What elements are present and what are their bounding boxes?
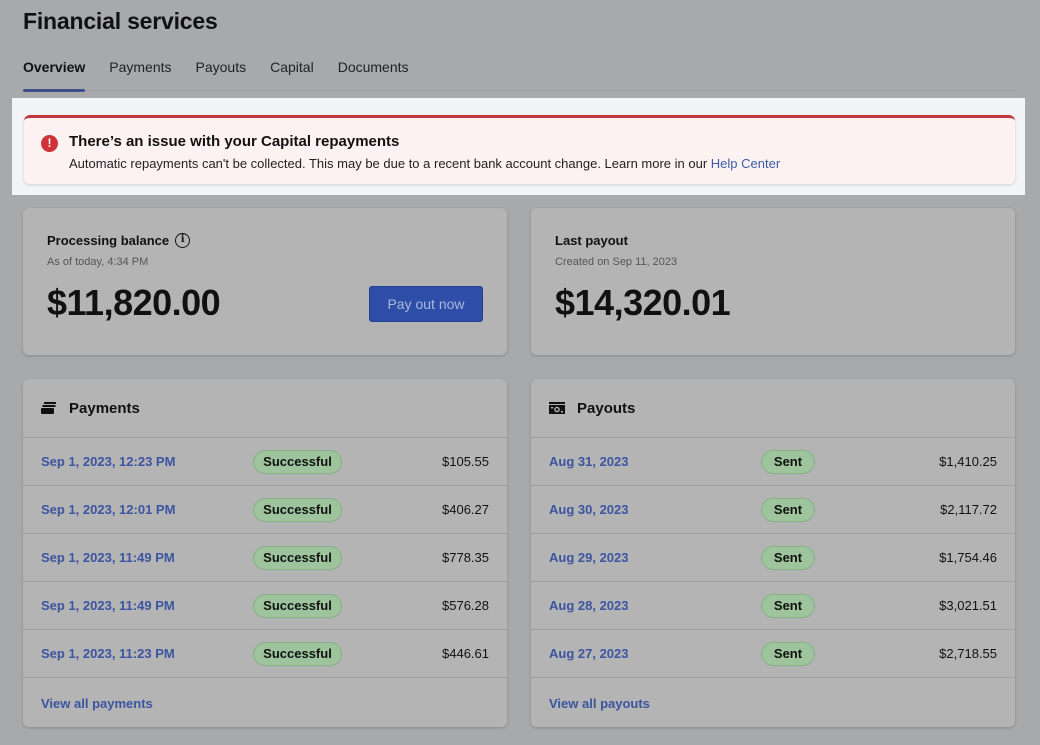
last-payout-label: Last payout bbox=[555, 233, 628, 248]
payment-date-link[interactable]: Sep 1, 2023, 11:49 PM bbox=[41, 550, 175, 565]
payout-date-link[interactable]: Aug 30, 2023 bbox=[549, 502, 629, 517]
payment-row: Sep 1, 2023, 11:23 PM Successful $446.61 bbox=[23, 630, 507, 678]
status-badge: Successful bbox=[253, 498, 342, 522]
payout-amount: $2,117.72 bbox=[940, 502, 997, 517]
balance-amount: $11,820.00 bbox=[47, 282, 221, 323]
page-title: Financial services bbox=[23, 8, 218, 34]
payouts-card: Payouts Aug 31, 2023 Sent $1,410.25 Aug … bbox=[531, 379, 1015, 727]
tab-payments[interactable]: Payments bbox=[109, 58, 171, 91]
tab-bar: Overview Payments Payouts Capital Docume… bbox=[23, 58, 1016, 92]
payout-amount: $2,718.55 bbox=[939, 646, 997, 661]
status-badge: Sent bbox=[761, 546, 815, 570]
payment-amount: $576.28 bbox=[442, 598, 489, 613]
payment-amount: $406.27 bbox=[442, 502, 489, 517]
tab-payouts[interactable]: Payouts bbox=[196, 58, 247, 91]
payout-row: Aug 28, 2023 Sent $3,021.51 bbox=[531, 582, 1015, 630]
payment-row: Sep 1, 2023, 12:01 PM Successful $406.27 bbox=[23, 486, 507, 534]
payment-row: Sep 1, 2023, 12:23 PM Successful $105.55 bbox=[23, 438, 507, 486]
payout-row: Aug 27, 2023 Sent $2,718.55 bbox=[531, 630, 1015, 678]
last-payout-card: Last payout Created on Sep 11, 2023 $14,… bbox=[531, 208, 1015, 355]
payout-amount: $1,754.46 bbox=[939, 550, 997, 565]
help-center-link[interactable]: Help Center bbox=[711, 156, 780, 171]
status-badge: Sent bbox=[761, 642, 815, 666]
payout-row: Aug 31, 2023 Sent $1,410.25 bbox=[531, 438, 1015, 486]
payment-amount: $778.35 bbox=[442, 550, 489, 565]
pay-out-now-button[interactable]: Pay out now bbox=[369, 286, 483, 322]
processing-balance-title: Processing balance bbox=[47, 233, 170, 248]
view-all-payments-link[interactable]: View all payments bbox=[41, 696, 153, 711]
payout-row: Aug 30, 2023 Sent $2,117.72 bbox=[531, 486, 1015, 534]
payments-header: Payments bbox=[23, 379, 507, 438]
payment-row: Sep 1, 2023, 11:49 PM Successful $576.28 bbox=[23, 582, 507, 630]
last-payout-amount: $14,320.01 bbox=[555, 282, 731, 323]
payout-date-link[interactable]: Aug 29, 2023 bbox=[549, 550, 629, 565]
payment-date-link[interactable]: Sep 1, 2023, 12:23 PM bbox=[41, 454, 175, 469]
view-all-payouts-link[interactable]: View all payouts bbox=[549, 696, 650, 711]
payment-date-link[interactable]: Sep 1, 2023, 12:01 PM bbox=[41, 502, 175, 517]
processing-balance-card: Processing balance i As of today, 4:34 P… bbox=[23, 208, 507, 355]
exclamation-circle-icon: ! bbox=[41, 135, 58, 152]
payout-date-link[interactable]: Aug 27, 2023 bbox=[549, 646, 629, 661]
status-badge: Sent bbox=[761, 450, 815, 474]
payment-amount: $105.55 bbox=[442, 454, 489, 469]
alert-message: Automatic repayments can't be collected.… bbox=[69, 156, 711, 171]
payment-date-link[interactable]: Sep 1, 2023, 11:23 PM bbox=[41, 646, 175, 661]
status-badge: Successful bbox=[253, 546, 342, 570]
card-stack-icon bbox=[41, 402, 57, 414]
alert-title: There’s an issue with your Capital repay… bbox=[69, 133, 400, 150]
info-icon[interactable]: i bbox=[175, 233, 191, 248]
balance-timestamp: As of today, 4:34 PM bbox=[47, 256, 149, 268]
alert-body: Automatic repayments can't be collected.… bbox=[69, 156, 780, 171]
tab-overview[interactable]: Overview bbox=[23, 58, 86, 92]
tab-capital[interactable]: Capital bbox=[270, 58, 314, 91]
payouts-title: Payouts bbox=[577, 399, 636, 417]
processing-balance-label: Processing balance i bbox=[47, 233, 191, 248]
payments-title: Payments bbox=[69, 399, 140, 417]
payout-amount: $3,021.51 bbox=[939, 598, 997, 613]
payout-amount: $1,410.25 bbox=[939, 454, 997, 469]
payments-card: Payments Sep 1, 2023, 12:23 PM Successfu… bbox=[23, 379, 507, 727]
tab-documents[interactable]: Documents bbox=[338, 58, 409, 91]
status-badge: Sent bbox=[761, 594, 815, 618]
cash-icon bbox=[549, 402, 565, 414]
capital-alert-banner: ! There’s an issue with your Capital rep… bbox=[24, 115, 1015, 184]
payment-amount: $446.61 bbox=[442, 646, 489, 661]
payout-date-link[interactable]: Aug 28, 2023 bbox=[549, 598, 629, 613]
status-badge: Successful bbox=[253, 594, 342, 618]
status-badge: Sent bbox=[761, 498, 815, 522]
payout-date-link[interactable]: Aug 31, 2023 bbox=[549, 454, 629, 469]
status-badge: Successful bbox=[253, 450, 342, 474]
payout-row: Aug 29, 2023 Sent $1,754.46 bbox=[531, 534, 1015, 582]
payment-row: Sep 1, 2023, 11:49 PM Successful $778.35 bbox=[23, 534, 507, 582]
payouts-header: Payouts bbox=[531, 379, 1015, 438]
payment-date-link[interactable]: Sep 1, 2023, 11:49 PM bbox=[41, 598, 175, 613]
last-payout-created: Created on Sep 11, 2023 bbox=[555, 256, 678, 268]
status-badge: Successful bbox=[253, 642, 342, 666]
